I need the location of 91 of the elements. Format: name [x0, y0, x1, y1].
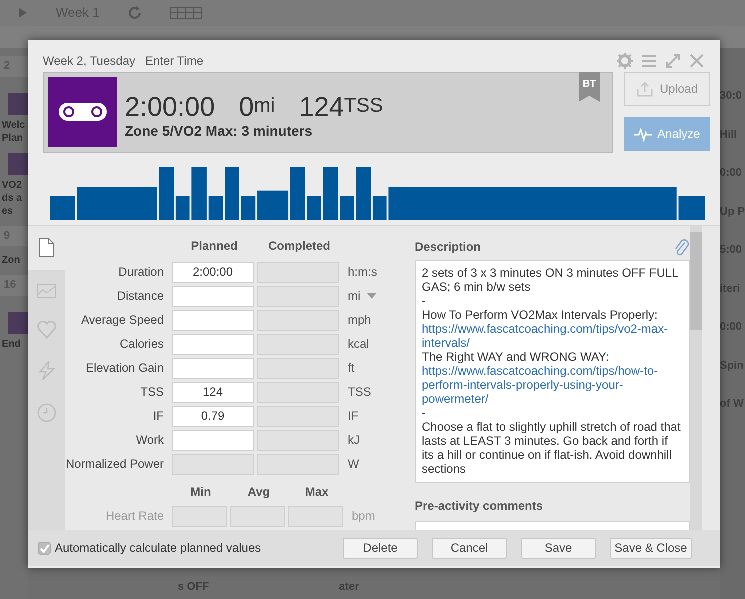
breadcrumb: Week 2, Tuesday	[43, 53, 136, 70]
unit-label: IF	[348, 408, 359, 425]
heart-rate-field	[230, 506, 285, 526]
distance-unit: mi	[254, 94, 276, 119]
field-label: Normalized Power	[65, 456, 165, 473]
column-header: Avg	[246, 484, 272, 501]
planned-field[interactable]: 124	[172, 382, 254, 402]
scrollbar-thumb[interactable]	[690, 232, 702, 330]
refresh-icon[interactable]	[128, 6, 142, 20]
heart-rate-field	[172, 506, 227, 526]
workout-title: VO2	[1, 178, 24, 192]
description-text: -	[422, 294, 427, 308]
section-label: Pre-activity comments	[415, 498, 544, 515]
field-label: Work	[135, 432, 165, 449]
planned-field[interactable]	[172, 430, 254, 450]
planned-field[interactable]	[172, 334, 254, 354]
description-text: Choose a flat to slightly uphill stretch of road that lasts at LEAST 3 minutes. Go back and forth if its a hill or continue on if flat-ish. Avoid downhill sections	[422, 420, 682, 476]
play-icon[interactable]	[18, 7, 28, 19]
enter-time-link[interactable]: Enter Time	[146, 52, 204, 70]
description-link[interactable]: https://www.fascatcoaching.com/tips/vo2-max-intervals/	[422, 322, 683, 350]
upload-icon	[636, 81, 654, 97]
description-box[interactable]	[415, 260, 690, 483]
dialog-button[interactable]: Save	[521, 538, 596, 558]
scrollbar[interactable]	[690, 226, 702, 530]
unit-label: mph	[348, 312, 372, 329]
paperclip-icon[interactable]	[673, 238, 690, 256]
clock-icon[interactable]	[36, 403, 56, 423]
field-label: Duration	[118, 264, 165, 281]
bookmark-badge: BT	[579, 72, 600, 102]
expand-icon[interactable]	[665, 53, 681, 69]
planned-field[interactable]: 0.79	[172, 406, 254, 426]
unit-label: kJ	[348, 432, 360, 449]
section-label: Description	[415, 239, 482, 256]
planned-field[interactable]	[172, 310, 254, 330]
unit-label: ft	[348, 360, 355, 377]
field-label: IF	[152, 408, 165, 425]
lightning-icon[interactable]	[36, 361, 56, 381]
tss-value: 124	[299, 94, 344, 121]
checkbox[interactable]	[38, 542, 51, 554]
calendar-grid-icon[interactable]	[170, 7, 202, 19]
check-icon	[40, 544, 50, 552]
workout-icon	[8, 92, 28, 114]
heart-icon[interactable]	[36, 320, 56, 339]
workout-title: ds a	[1, 192, 24, 204]
workout-title: Plan	[1, 132, 24, 144]
description-link[interactable]: https://www.fascatcoaching.com/tips/how-to-perform-intervals-properly-using-your-powermeter/	[422, 364, 683, 406]
checkbox-label[interactable]: Automatically calculate planned values	[55, 539, 262, 557]
description-text: The Right WAY and WRONG WAY:	[422, 350, 610, 364]
planned-field[interactable]	[172, 358, 254, 378]
tss-unit: TSS	[344, 94, 384, 119]
unit-label: h:m:s	[348, 264, 378, 281]
settings-icon[interactable]	[617, 53, 633, 69]
field-label: Distance	[116, 288, 165, 305]
column-header: Planned	[190, 238, 239, 255]
description-text: How To Perform VO2Max Intervals Properly:	[422, 308, 659, 322]
unit-label: mi	[348, 288, 361, 305]
dialog-button[interactable]: Cancel	[432, 538, 507, 558]
column-header: Max	[304, 484, 330, 501]
workout-icon	[8, 152, 28, 174]
close-icon[interactable]	[689, 53, 705, 69]
workout-title: es	[1, 204, 14, 218]
workout-icon	[8, 312, 28, 334]
pulse-icon	[634, 126, 652, 142]
planned-field[interactable]: 2:00:00	[172, 262, 254, 282]
column-header: Min	[190, 484, 212, 501]
duration-value: 2:00:00	[125, 94, 216, 121]
field-label: Calories	[118, 336, 165, 353]
caret-icon[interactable]	[366, 293, 377, 299]
workout-title: Welc	[1, 118, 26, 132]
field-label: TSS	[140, 384, 165, 401]
description-text: -	[422, 406, 427, 420]
unit-label: W	[348, 456, 360, 473]
unit-label: bpm	[352, 508, 376, 525]
workout-title: Zone 5/VO2 Max: 3 minuters	[125, 122, 314, 141]
menu-icon[interactable]	[641, 53, 657, 69]
workout-title: End	[1, 338, 22, 350]
dialog-button[interactable]: Save & Close	[610, 538, 692, 558]
chart-icon[interactable]	[37, 284, 56, 298]
description-text: 2 sets of 3 x 3 minutes ON 3 minutes OFF FULL GAS; 6 min b/w sets	[422, 266, 680, 294]
planned-field[interactable]	[172, 286, 254, 306]
column-header: Completed	[267, 238, 332, 255]
field-label: Average Speed	[80, 312, 165, 329]
field-label: Elevation Gain	[84, 360, 165, 377]
dialog-button[interactable]: Delete	[343, 538, 418, 558]
unit-label: kcal	[348, 336, 370, 353]
field-label: Heart Rate	[104, 508, 165, 525]
heart-rate-field	[288, 506, 343, 526]
workout-title: Zon	[1, 254, 22, 267]
document-icon[interactable]	[38, 238, 54, 258]
unit-label: TSS	[348, 384, 372, 401]
distance-value: 0	[239, 94, 254, 121]
